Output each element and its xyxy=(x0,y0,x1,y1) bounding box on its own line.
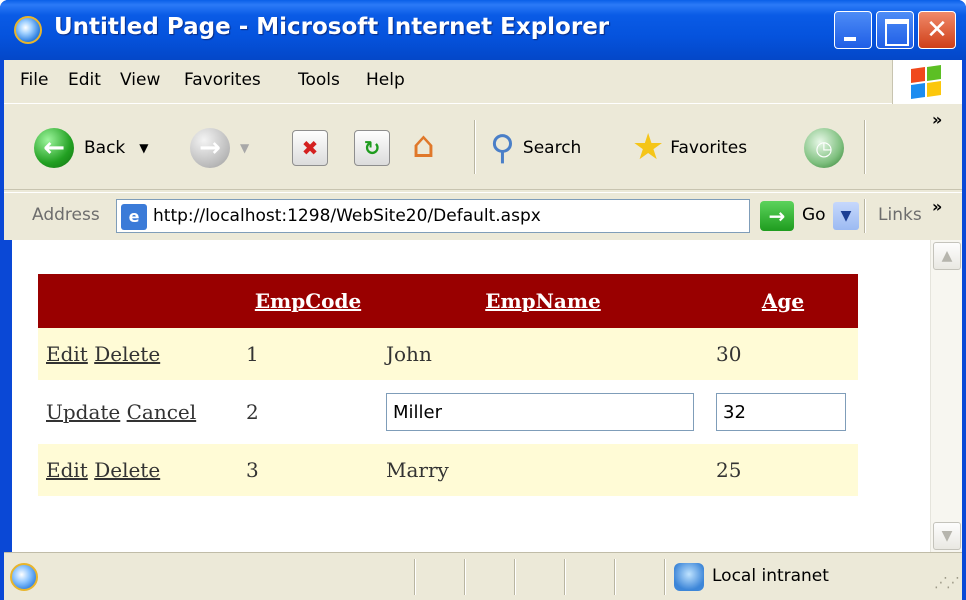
update-link[interactable]: Update xyxy=(46,400,120,424)
address-dropdown-icon[interactable]: ▼ xyxy=(833,202,859,230)
back-button[interactable]: ← Back ▼ xyxy=(34,128,149,168)
cell-empcode: 2 xyxy=(238,380,378,444)
address-bar: Address e http://localhost:1298/WebSite2… xyxy=(4,192,962,238)
back-dropdown-icon[interactable]: ▼ xyxy=(139,141,148,155)
cell-empname-edit xyxy=(378,380,708,444)
empname-input[interactable] xyxy=(386,393,694,431)
window-title: Untitled Page - Microsoft Internet Explo… xyxy=(54,14,610,40)
back-arrow-icon: ← xyxy=(34,128,74,168)
header-empcode[interactable]: EmpCode xyxy=(238,274,378,328)
table-row: Edit Delete 1 John 30 xyxy=(38,328,858,380)
security-zone-label: Local intranet xyxy=(712,566,829,586)
standard-toolbar: ← Back ▼ → ▼ ✖ ↻ ⌂ ⚲ Search ★ Favorites … xyxy=(4,106,962,190)
browser-chrome: File Edit View Favorites Tools Help ← Ba… xyxy=(4,60,962,240)
maximize-button[interactable] xyxy=(876,11,914,49)
row-actions: Edit Delete xyxy=(38,328,238,380)
cell-empcode: 1 xyxy=(238,328,378,380)
resize-grip-icon[interactable]: ⋰⋰ xyxy=(934,575,960,591)
menu-bar: File Edit View Favorites Tools Help xyxy=(4,60,962,104)
search-button[interactable]: ⚲ Search xyxy=(490,128,581,168)
back-label: Back xyxy=(84,138,126,158)
media-button[interactable]: ◷ xyxy=(804,128,844,168)
favorites-button[interactable]: ★ Favorites xyxy=(632,128,747,168)
page-icon: e xyxy=(121,204,147,230)
status-bar: Local intranet ⋰⋰ xyxy=(4,552,962,600)
title-bar[interactable]: Untitled Page - Microsoft Internet Explo… xyxy=(0,0,966,60)
page-status-icon xyxy=(10,563,38,591)
ie-logo-icon xyxy=(14,16,42,44)
go-button[interactable]: Go xyxy=(802,205,826,225)
windows-logo-icon xyxy=(892,60,962,104)
toolbar-chevron-icon[interactable]: » xyxy=(932,110,942,129)
menu-tools[interactable]: Tools xyxy=(298,70,340,90)
browser-window: Untitled Page - Microsoft Internet Explo… xyxy=(0,0,966,600)
row-actions: Update Cancel xyxy=(38,380,238,444)
row-actions: Edit Delete xyxy=(38,444,238,496)
favorites-label: Favorites xyxy=(670,138,748,158)
home-button[interactable]: ⌂ xyxy=(412,126,435,166)
cell-age-edit xyxy=(708,380,858,444)
grid-header-row: EmpCode EmpName Age xyxy=(38,274,858,328)
links-chevron-icon[interactable]: » xyxy=(932,197,942,216)
stop-icon: ✖ xyxy=(292,130,328,166)
address-url: http://localhost:1298/WebSite20/Default.… xyxy=(153,206,541,226)
edit-link[interactable]: Edit xyxy=(46,458,88,482)
cell-empcode: 3 xyxy=(238,444,378,496)
employee-grid: EmpCode EmpName Age Edit Delete 1 John 3… xyxy=(38,274,858,496)
go-arrow-icon[interactable]: → xyxy=(760,201,794,231)
intranet-zone-icon xyxy=(674,563,704,591)
close-button[interactable]: ✕ xyxy=(918,11,956,49)
menu-help[interactable]: Help xyxy=(366,70,405,90)
menu-view[interactable]: View xyxy=(120,70,160,90)
delete-link[interactable]: Delete xyxy=(94,458,160,482)
cell-empname: John xyxy=(378,328,708,380)
refresh-icon: ↻ xyxy=(354,130,390,166)
header-actions xyxy=(38,274,238,328)
star-icon: ★ xyxy=(632,127,665,168)
address-label: Address xyxy=(32,205,100,225)
menu-file[interactable]: File xyxy=(20,70,48,90)
vertical-scrollbar[interactable]: ▲ ▼ xyxy=(930,240,962,552)
forward-arrow-icon: → xyxy=(190,128,230,168)
menu-edit[interactable]: Edit xyxy=(68,70,101,90)
refresh-button[interactable]: ↻ xyxy=(354,130,390,166)
scroll-up-icon[interactable]: ▲ xyxy=(933,242,961,270)
media-icon: ◷ xyxy=(804,128,844,168)
links-label[interactable]: Links xyxy=(878,205,922,225)
cell-age: 30 xyxy=(708,328,858,380)
cell-age: 25 xyxy=(708,444,858,496)
home-icon: ⌂ xyxy=(412,125,435,166)
delete-link[interactable]: Delete xyxy=(94,342,160,366)
header-age[interactable]: Age xyxy=(708,274,858,328)
age-input[interactable] xyxy=(716,393,846,431)
cancel-link[interactable]: Cancel xyxy=(127,400,197,424)
header-empname[interactable]: EmpName xyxy=(378,274,708,328)
cell-empname: Marry xyxy=(378,444,708,496)
table-row: Edit Delete 3 Marry 25 xyxy=(38,444,858,496)
menu-favorites[interactable]: Favorites xyxy=(184,70,261,90)
minimize-button[interactable] xyxy=(834,11,872,49)
forward-dropdown-icon[interactable]: ▼ xyxy=(240,141,249,155)
page-content: EmpCode EmpName Age Edit Delete 1 John 3… xyxy=(12,240,930,552)
table-row-editing: Update Cancel 2 xyxy=(38,380,858,444)
stop-button[interactable]: ✖ xyxy=(292,130,328,166)
forward-button[interactable]: → ▼ xyxy=(190,128,249,168)
edit-link[interactable]: Edit xyxy=(46,342,88,366)
search-label: Search xyxy=(522,138,582,158)
address-input[interactable]: e http://localhost:1298/WebSite20/Defaul… xyxy=(116,199,859,233)
search-icon: ⚲ xyxy=(490,128,515,168)
close-icon: ✕ xyxy=(926,15,948,45)
scroll-down-icon[interactable]: ▼ xyxy=(933,522,961,550)
